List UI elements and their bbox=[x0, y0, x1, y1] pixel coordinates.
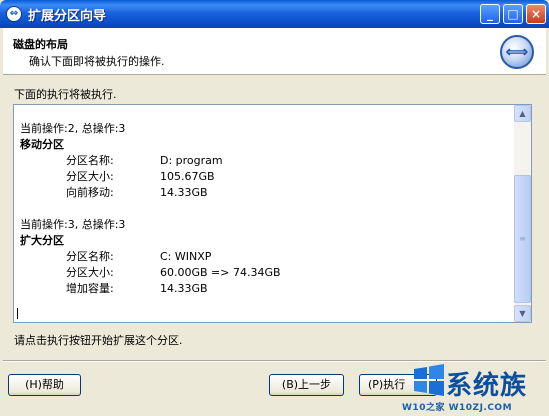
log-key: 分区名称: bbox=[66, 250, 114, 263]
log-key: 分区名称: bbox=[66, 154, 114, 167]
minimize-button[interactable]: _ bbox=[480, 4, 500, 24]
scroll-down-button[interactable]: ▼ bbox=[514, 305, 531, 322]
scroll-up-button[interactable]: ▲ bbox=[514, 105, 531, 122]
log-key: 分区大小: bbox=[66, 266, 114, 279]
operation-header: 当前操作:3, 总操作:3 bbox=[20, 218, 126, 231]
text-caret bbox=[17, 308, 18, 319]
log-value: 14.33GB bbox=[160, 282, 208, 295]
log-row: 分区大小: 60.00GB => 74.34GB bbox=[20, 265, 511, 281]
window-title: 扩展分区向导 bbox=[28, 9, 107, 24]
log-key: 增加容量: bbox=[66, 282, 114, 295]
wizard-arrow-icon: ⇔ bbox=[6, 6, 22, 22]
windows-logo-icon bbox=[414, 364, 444, 396]
maximize-button[interactable]: □ bbox=[503, 4, 523, 24]
log-row: 向前移动: 14.33GB bbox=[20, 185, 511, 201]
scroll-thumb[interactable]: ≡ bbox=[514, 175, 531, 303]
log-value: 60.00GB => 74.34GB bbox=[160, 266, 281, 279]
log-row: 分区名称: D: program bbox=[20, 153, 511, 169]
help-button[interactable]: (H)帮助 bbox=[8, 374, 81, 396]
log-key: 分区大小: bbox=[66, 170, 114, 183]
header-subtitle: 确认下面即将被执行的操作. bbox=[29, 55, 165, 68]
log-key: 向前移动: bbox=[66, 186, 114, 199]
log-value: 105.67GB bbox=[160, 170, 215, 183]
close-button[interactable]: × bbox=[526, 4, 546, 24]
watermark-url: W10之家 W10ZJ.COM bbox=[402, 403, 513, 413]
log-spacer bbox=[20, 201, 511, 217]
wizard-header: 磁盘的布局 确认下面即将被执行的操作. ⟺ bbox=[3, 28, 546, 75]
watermark-text: 系统族 bbox=[446, 371, 528, 401]
vertical-scrollbar[interactable]: ▲ ≡ ▼ bbox=[514, 105, 531, 322]
back-button[interactable]: (B)上一步 bbox=[269, 374, 344, 396]
log-value: D: program bbox=[160, 154, 223, 167]
watermark: 系统族 W10之家 W10ZJ.COM bbox=[402, 355, 549, 416]
operation-title: 移动分区 bbox=[20, 138, 64, 151]
title-bar[interactable]: ⇔ 扩展分区向导 _ □ × bbox=[0, 0, 549, 28]
operations-log[interactable]: 当前操作:2, 总操作:3 移动分区 分区名称: D: program 分区大小… bbox=[13, 104, 532, 323]
operation-title: 扩大分区 bbox=[20, 234, 64, 247]
log-row: 增加容量: 14.33GB bbox=[20, 281, 511, 297]
resize-arrows-icon: ⟺ bbox=[500, 35, 534, 69]
log-row: 分区大小: 105.67GB bbox=[20, 169, 511, 185]
log-value: C: WINXP bbox=[160, 250, 212, 263]
operation-header: 当前操作:2, 总操作:3 bbox=[20, 122, 126, 135]
log-row: 分区名称: C: WINXP bbox=[20, 249, 511, 265]
intro-text: 下面的执行将被执行. bbox=[14, 88, 117, 101]
log-content: 当前操作:2, 总操作:3 移动分区 分区名称: D: program 分区大小… bbox=[20, 121, 511, 297]
header-title: 磁盘的布局 bbox=[13, 38, 68, 51]
instruction-text: 请点击执行按钮开始扩展这个分区. bbox=[14, 334, 183, 347]
log-value: 14.33GB bbox=[160, 186, 208, 199]
